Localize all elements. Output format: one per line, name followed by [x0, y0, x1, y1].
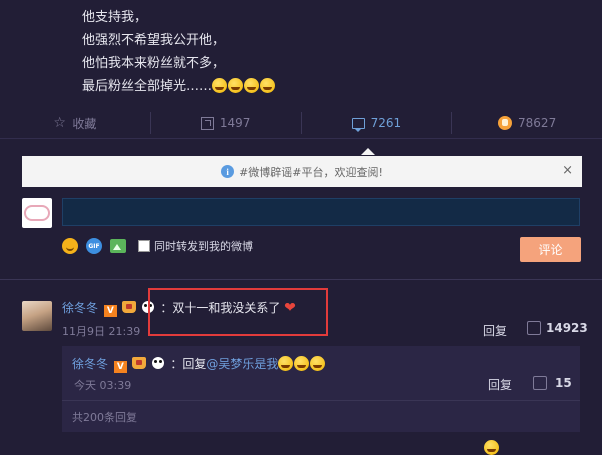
sub-reply-username[interactable]: 徐冬冬 [72, 357, 108, 371]
post-line: 他支持我， [82, 10, 148, 25]
like-button[interactable]: 78627 [452, 112, 602, 134]
post-line-text: 最后粉丝全部掉光…… [82, 79, 213, 94]
comment-like-count: 14923 [546, 321, 588, 335]
post-line: 最后粉丝全部掉光…… [82, 75, 502, 98]
laugh-cry-emoji-icon [228, 78, 244, 93]
favorite-button[interactable]: ☆ 收藏 [0, 112, 151, 134]
post-line: 他强烈不希望我公开他， [82, 33, 226, 48]
post-line: 他怕我本来粉丝就不多， [82, 56, 226, 71]
sub-reply-like-button[interactable]: 15 [533, 376, 572, 390]
thumbs-up-icon [527, 321, 541, 335]
comment-count: 7261 [370, 116, 402, 130]
repost-label: 同时转发到我的微博 [154, 240, 253, 253]
panda-badge-icon [151, 357, 164, 369]
sub-reply-box: 徐冬冬 V ：回复@吴梦乐是我 今天 03:39 回复 15 共200条回复 [62, 346, 580, 432]
comment-username[interactable]: 徐冬冬 [62, 301, 98, 315]
image-icon[interactable] [110, 239, 126, 253]
star-icon: ☆ [53, 114, 66, 131]
comment-icon [351, 117, 365, 132]
laugh-cry-emoji-icon [294, 356, 310, 371]
submit-comment-button[interactable]: 评论 [520, 237, 581, 262]
favorite-label: 收藏 [72, 116, 97, 131]
forward-icon [200, 116, 214, 130]
laugh-cry-emoji-icon [244, 78, 260, 93]
verified-badge-icon: V [103, 305, 117, 317]
avatar-logo-icon [24, 205, 50, 221]
info-icon: i [221, 165, 235, 178]
sub-reply-like-count: 15 [555, 376, 572, 390]
notice-banner: i #微博辟谣#平台，欢迎查阅! × [22, 156, 582, 187]
thumbs-up-icon [498, 116, 513, 130]
laugh-cry-emoji-icon [212, 78, 228, 93]
post-text: 他支持我， 他强烈不希望我公开他， 他怕我本来粉丝就不多， 最后粉丝全部掉光…… [82, 6, 502, 98]
comment-button[interactable]: 7261 [302, 112, 453, 134]
sub-reply-word: ：回复 [170, 357, 207, 371]
reply-button[interactable]: 回复 [483, 322, 507, 339]
verified-badge-icon: V [113, 361, 127, 373]
vip-crown-icon [131, 357, 146, 369]
comment-input[interactable] [62, 198, 580, 226]
emoji-icon[interactable] [62, 238, 78, 254]
divider [0, 279, 602, 280]
forward-count: 1497 [219, 116, 251, 130]
post-action-bar: ☆ 收藏 1497 7261 78627 [0, 108, 602, 139]
close-icon[interactable]: × [562, 163, 573, 178]
notice-text[interactable]: #微博辟谣#平台，欢迎查阅! [239, 164, 383, 180]
highlight-annotation [148, 288, 328, 336]
sub-reply-header: 徐冬冬 V ：回复@吴梦乐是我 [72, 355, 326, 373]
vip-crown-icon [121, 301, 136, 313]
sub-reply-timestamp: 今天 03:39 [74, 379, 132, 392]
laugh-cry-emoji-icon [310, 356, 326, 371]
comment-like-button[interactable]: 14923 [527, 321, 588, 335]
my-avatar[interactable] [22, 198, 52, 228]
composer-toolbar: GIF 同时转发到我的微博 [62, 236, 253, 256]
gif-icon[interactable]: GIF [86, 238, 102, 254]
like-count: 78627 [518, 116, 557, 130]
laugh-cry-emoji-icon [278, 356, 294, 371]
sub-reply-button[interactable]: 回复 [488, 376, 512, 393]
laugh-cry-emoji-icon [484, 440, 499, 455]
mention-link[interactable]: @吴梦乐是我 [206, 357, 278, 371]
thumbs-up-icon [533, 376, 547, 390]
divider [62, 400, 580, 401]
more-replies-link[interactable]: 共200条回复 [72, 409, 137, 425]
comment-timestamp: 11月9日 21:39 [62, 325, 141, 338]
forward-button[interactable]: 1497 [151, 112, 302, 134]
repost-checkbox[interactable] [138, 240, 150, 252]
comment-panel-caret [361, 148, 375, 155]
avatar[interactable] [22, 301, 52, 331]
laugh-cry-emoji-icon [260, 78, 276, 93]
